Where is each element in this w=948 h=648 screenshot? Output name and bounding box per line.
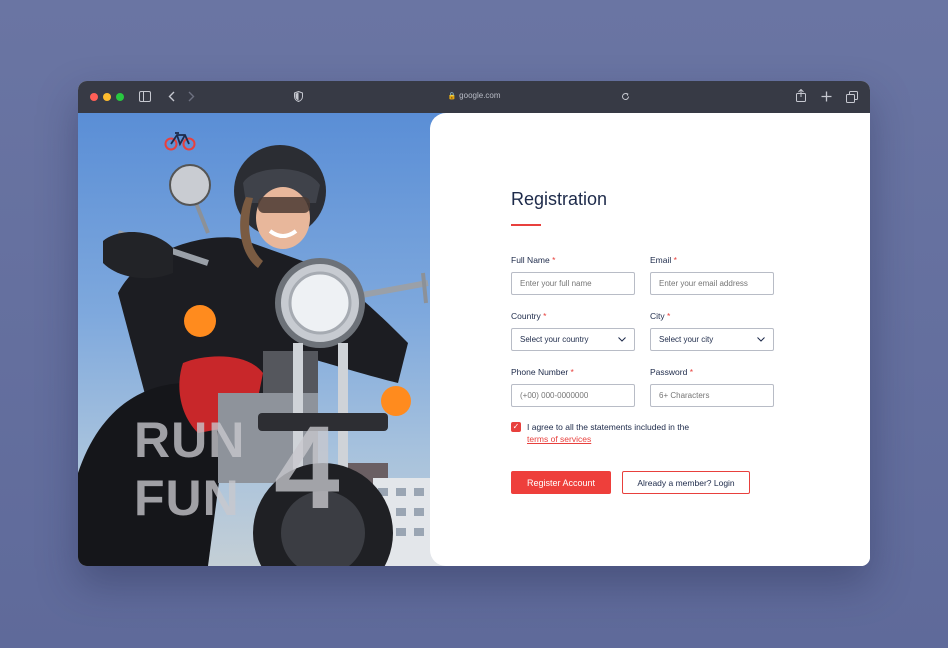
- city-select-value: Select your city: [659, 335, 714, 344]
- terms-checkbox[interactable]: ✓: [511, 422, 521, 432]
- page-content: RUN FUN 4 Registration Full Name * Email…: [78, 113, 870, 566]
- full-name-field: Full Name *: [511, 255, 635, 295]
- country-select-value: Select your country: [520, 335, 589, 344]
- address-bar[interactable]: 🔒 google.com: [78, 91, 870, 100]
- country-select[interactable]: Select your country: [511, 328, 635, 351]
- terms-text: I agree to all the statements included i…: [527, 422, 690, 444]
- full-name-input[interactable]: [511, 272, 635, 295]
- password-input[interactable]: [650, 384, 774, 407]
- country-field: Country * Select your country: [511, 311, 635, 351]
- phone-input[interactable]: [511, 384, 635, 407]
- browser-titlebar: 🔒 google.com: [78, 81, 870, 113]
- terms-agreement: ✓ I agree to all the statements included…: [511, 421, 689, 445]
- registration-panel: Registration Full Name * Email * Country…: [430, 113, 870, 566]
- lock-icon: 🔒: [447, 93, 457, 100]
- country-label: Country *: [511, 311, 547, 321]
- login-button[interactable]: Already a member? Login: [622, 471, 750, 494]
- title-underline: [511, 224, 541, 226]
- share-icon[interactable]: [796, 89, 806, 102]
- phone-label: Phone Number *: [511, 367, 574, 377]
- register-account-button[interactable]: Register Account: [511, 471, 611, 494]
- phone-field: Phone Number *: [511, 367, 635, 407]
- city-select[interactable]: Select your city: [650, 328, 774, 351]
- bicycle-icon[interactable]: [164, 131, 196, 151]
- tab-overview-icon[interactable]: [846, 91, 858, 103]
- full-name-label: Full Name *: [511, 255, 556, 265]
- email-input[interactable]: [650, 272, 774, 295]
- hero-word-top: RUN: [134, 412, 246, 468]
- email-label: Email *: [650, 255, 677, 265]
- hero-image: RUN FUN 4: [78, 113, 453, 566]
- hero-numeral: 4: [274, 402, 341, 534]
- new-tab-icon[interactable]: [821, 91, 832, 102]
- reload-icon[interactable]: [621, 92, 630, 101]
- url-text: google.com: [459, 91, 501, 100]
- chevron-down-icon: [757, 337, 765, 342]
- city-field: City * Select your city: [650, 311, 774, 351]
- password-field: Password *: [650, 367, 774, 407]
- city-label: City *: [650, 311, 671, 321]
- password-label: Password *: [650, 367, 694, 377]
- hero-word-bottom: FUN: [134, 470, 240, 526]
- terms-of-services-link[interactable]: terms of services: [527, 434, 591, 444]
- chevron-down-icon: [618, 337, 626, 342]
- check-icon: ✓: [512, 422, 520, 431]
- browser-window: 🔒 google.com RUN FUN 4 Registration Full…: [78, 81, 870, 566]
- page-title: Registration: [511, 189, 608, 209]
- email-field: Email *: [650, 255, 774, 295]
